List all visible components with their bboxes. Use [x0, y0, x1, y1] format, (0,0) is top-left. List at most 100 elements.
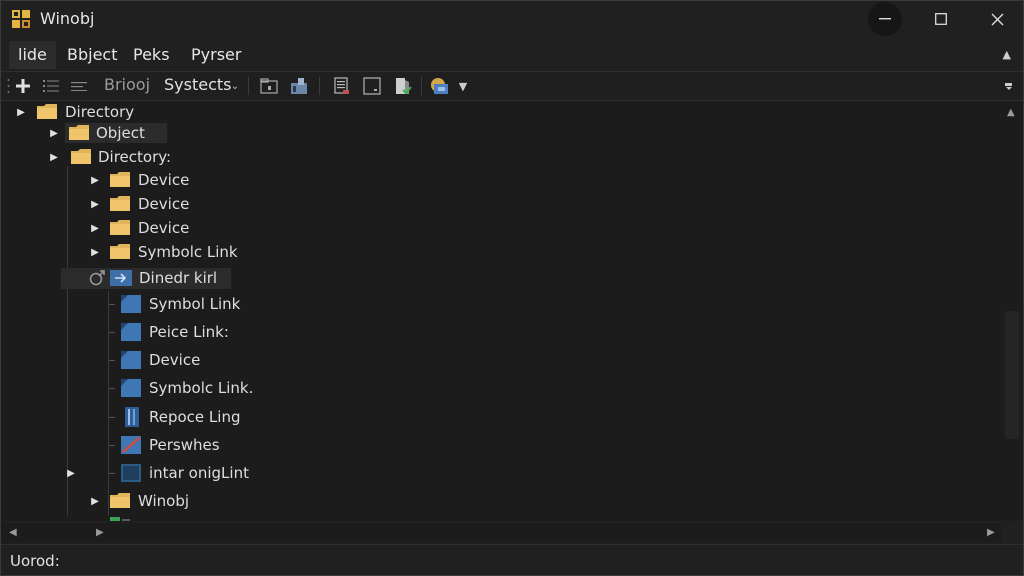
tree-label: Dinedr kirl [139, 269, 218, 287]
menu-item-2[interactable]: Bbject [58, 41, 127, 69]
menu-item-4[interactable]: Pyrser [182, 41, 250, 69]
scroll-left-icon[interactable]: ◀ [9, 527, 17, 538]
symlink-icon [121, 295, 141, 313]
tree-row-directory[interactable]: ▶ Directory: [1, 146, 401, 168]
blocked-object-icon [121, 436, 141, 454]
menu-item-3[interactable]: Peks [124, 41, 179, 69]
status-text: Uorod: [10, 552, 60, 570]
tree-row-device[interactable]: ▶ Device [1, 169, 401, 191]
status-bar: Uorod: [1, 544, 1023, 575]
tree-row-child[interactable]: Device [1, 349, 401, 371]
tree-row-child[interactable]: Peice Link: [1, 321, 401, 343]
maximize-button[interactable] [917, 1, 965, 37]
folder-icon [110, 172, 130, 187]
expand-arrow-icon[interactable]: ▶ [15, 106, 27, 118]
folder-icon [110, 493, 130, 508]
expand-arrow-icon[interactable]: ▶ [89, 198, 101, 210]
toolbar: Briooj Systects ⌄ ▼ [1, 72, 1023, 101]
tree-row-symbolic-link[interactable]: ▶ Symbolc Link [1, 241, 401, 263]
tree-row-selected[interactable]: Dinedr kirl [1, 267, 401, 289]
tree-label: Perswhes [149, 436, 220, 454]
expand-arrow-icon[interactable]: ▶ [89, 222, 101, 234]
device-icon [121, 351, 141, 369]
details-view-icon[interactable] [69, 76, 89, 96]
folder-icon [69, 125, 89, 140]
tree-label: Device [138, 171, 190, 189]
toolbar-separator [319, 77, 320, 95]
tree-label: Device [138, 219, 190, 237]
tree-label: Directory [65, 103, 135, 121]
tree-row-object[interactable]: ▶ Object [1, 122, 401, 144]
tree-label: Symbol Link [149, 295, 241, 313]
tree-row-device[interactable]: ▶ Device [1, 193, 401, 215]
vertical-scrollbar[interactable]: ▲ [1001, 101, 1023, 521]
folder-icon [37, 104, 57, 119]
expand-arrow-icon[interactable]: ▶ [89, 495, 101, 507]
title-bar[interactable]: Winobj [1, 1, 1023, 37]
tree-row-child[interactable]: Perswhes [1, 434, 401, 456]
window-frame-icon[interactable] [361, 76, 383, 96]
tree-row-device[interactable]: ▶ Device [1, 217, 401, 239]
view-options-dropdown-icon[interactable]: ▼ [456, 76, 470, 96]
tree-label: Winobj [138, 492, 190, 510]
symlink-icon [121, 379, 141, 397]
security-icon[interactable] [392, 76, 414, 96]
tree-row-child[interactable]: ▶ intar onigLint [1, 462, 401, 484]
expand-arrow-icon[interactable]: ▶ [89, 246, 101, 258]
folder-icon [110, 220, 130, 235]
toolbar-overflow-icon[interactable] [1001, 76, 1017, 96]
tree-label: Device [149, 351, 201, 369]
close-icon [991, 13, 1003, 25]
document-link-icon [125, 407, 139, 427]
minimize-icon [879, 18, 891, 20]
tree-label: Directory: [98, 148, 172, 166]
tree-label: Symbolc Link [138, 243, 238, 261]
partial-folder-icon [110, 517, 130, 521]
tree-label: Peice Link: [149, 323, 229, 341]
expand-arrow-icon[interactable]: ▶ [48, 127, 60, 139]
object-icon [121, 464, 141, 482]
scroll-right-icon[interactable]: ▶ [987, 527, 995, 538]
app-logo-icon [12, 10, 30, 28]
tree-row-child[interactable]: Repoce Ling [1, 406, 401, 428]
horizontal-scrollbar[interactable]: ◀ ▶ ▶ [1, 523, 1001, 543]
window-title: Winobj [40, 9, 95, 28]
tree-row-child[interactable]: Symbolc Link. [1, 377, 401, 399]
view-options-icon[interactable] [429, 76, 453, 96]
symlink-object-icon [110, 270, 132, 286]
scroll-up-icon[interactable]: ▲ [1007, 107, 1015, 118]
minimize-button[interactable] [861, 1, 909, 37]
tree-label: Repoce Ling [149, 408, 241, 426]
properties-icon[interactable] [331, 76, 353, 96]
toolbar-label-b[interactable]: Systects [164, 75, 231, 94]
tree-row-root-directory[interactable]: ▶ Directory [1, 101, 401, 123]
object-tree[interactable]: ▶ Directory ▶ Object ▶ Directory: ▶ Devi… [1, 101, 1001, 521]
close-button[interactable] [973, 1, 1021, 37]
list-view-icon[interactable] [41, 76, 61, 96]
scroll-left-secondary-icon[interactable]: ▶ [96, 527, 104, 538]
folder-icon [110, 244, 130, 259]
add-icon[interactable] [13, 76, 33, 96]
menu-bar: lide Bbject Peks Pyrser ▲ [1, 39, 1023, 72]
chevron-down-icon[interactable]: ⌄ [228, 76, 242, 96]
toolbar-label-a[interactable]: Briooj [104, 75, 150, 94]
expand-arrow-icon[interactable]: ▶ [65, 467, 77, 479]
tree-row-child[interactable]: Symbol Link [1, 293, 401, 315]
folder-outline-icon[interactable] [259, 76, 279, 96]
maximize-icon [935, 13, 947, 25]
expand-arrow-icon[interactable]: ▶ [48, 151, 60, 163]
network-icon[interactable] [288, 76, 310, 96]
tree-row-winobj[interactable]: ▶ Winobj [1, 490, 401, 512]
toolbar-separator [248, 77, 249, 95]
vertical-scroll-thumb[interactable] [1005, 311, 1019, 439]
expand-arrow-icon[interactable]: ▶ [89, 174, 101, 186]
tree-label: Object [96, 124, 145, 142]
collapse-ribbon-icon[interactable]: ▲ [1003, 48, 1011, 61]
toolbar-grip-icon [5, 76, 11, 96]
tree-label: intar onigLint [149, 464, 249, 482]
folder-icon [71, 149, 91, 164]
app-window: Winobj lide Bbject Peks Pyrser ▲ Briooj … [0, 0, 1024, 576]
link-gear-icon [89, 270, 105, 286]
folder-icon [110, 196, 130, 211]
menu-item-1[interactable]: lide [9, 41, 56, 69]
